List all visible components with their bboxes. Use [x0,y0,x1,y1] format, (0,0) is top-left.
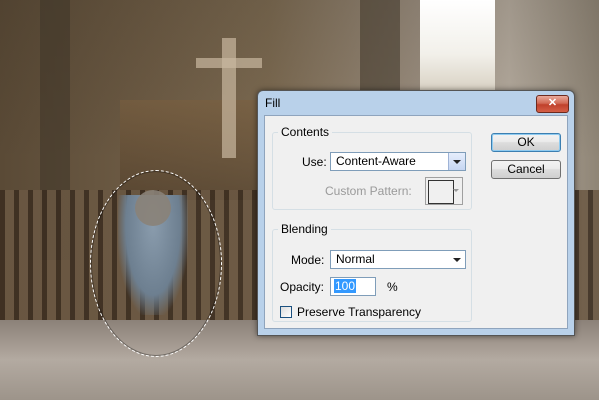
custom-pattern-picker [425,177,463,205]
opacity-label: Opacity: [280,280,325,294]
use-value: Content-Aware [336,154,416,168]
pattern-swatch [428,180,454,204]
fill-dialog: Fill ✕ Contents Use: Content-Aware Custo… [257,90,575,336]
cross-bar [196,58,262,68]
use-label: Use: [302,155,327,169]
chevron-down-icon[interactable] [449,251,465,268]
preserve-transparency-checkbox[interactable] [280,306,292,318]
mode-label: Mode: [291,253,325,267]
mode-dropdown[interactable]: Normal [330,250,466,269]
opacity-field[interactable]: 100 [330,277,376,296]
preserve-transparency-label[interactable]: Preserve Transparency [297,305,421,319]
close-button[interactable]: ✕ [536,95,569,113]
church-window [420,0,495,90]
blending-legend: Blending [281,222,328,236]
blending-group: Blending Mode: Normal Opacity: 100 % Pre… [272,222,472,322]
cross [222,38,236,158]
cancel-button[interactable]: Cancel [491,160,561,179]
dialog-body: Contents Use: Content-Aware Custom Patte… [264,115,568,329]
chevron-down-icon [453,189,459,192]
use-dropdown[interactable]: Content-Aware [330,152,466,171]
opacity-unit: % [387,280,398,294]
ok-button[interactable]: OK [491,133,561,152]
chevron-down-icon[interactable] [448,153,465,170]
dialog-title: Fill [265,96,281,110]
lasso-selection[interactable] [90,170,222,357]
mode-value: Normal [336,252,375,266]
close-icon: ✕ [547,97,558,109]
opacity-value: 100 [334,279,357,293]
contents-legend: Contents [281,125,330,139]
title-bar[interactable]: Fill ✕ [258,91,574,115]
custom-pattern-label: Custom Pattern: [325,184,412,198]
contents-group: Contents Use: Content-Aware Custom Patte… [272,125,472,210]
